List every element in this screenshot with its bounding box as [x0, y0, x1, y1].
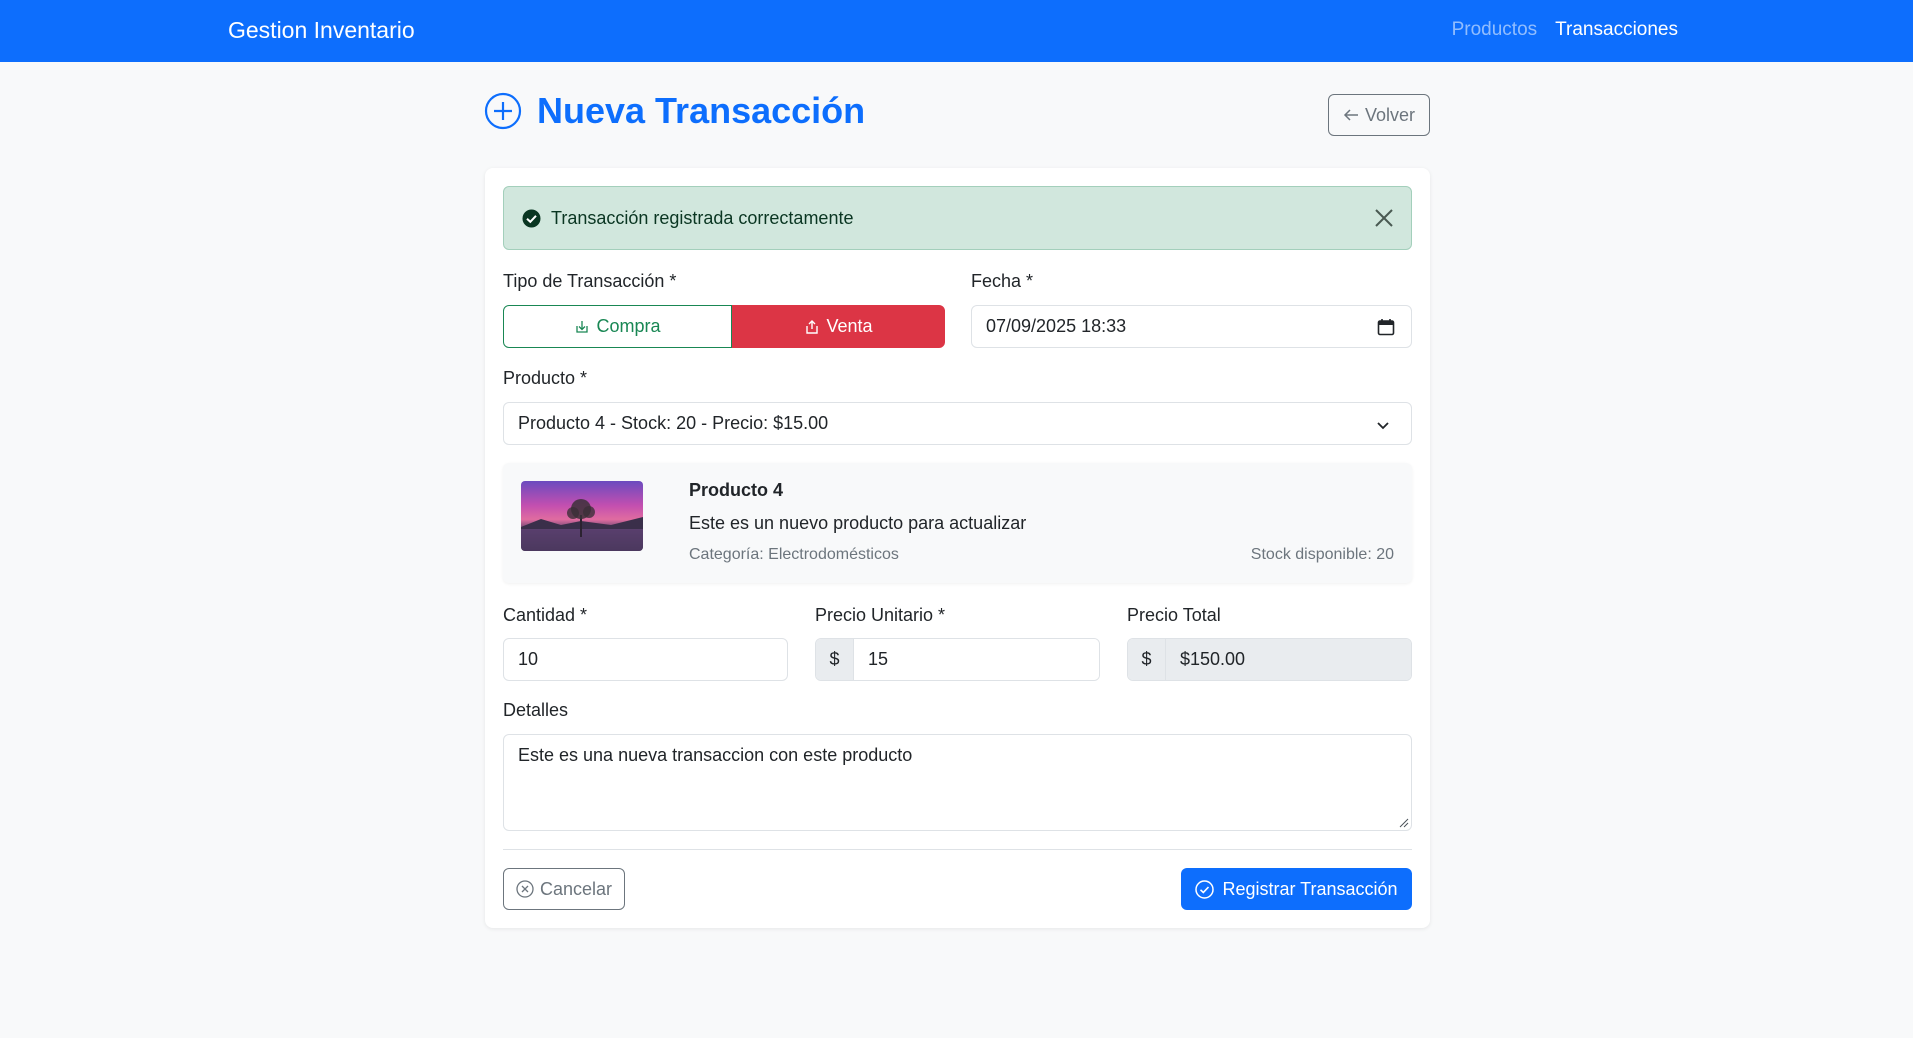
nav-links: Productos Transacciones [1452, 19, 1678, 41]
detalles-value: Este es una nueva transaccion con este p… [518, 745, 913, 765]
success-alert: Transacción registrada correctamente [503, 186, 1412, 250]
submit-label: Registrar Transacción [1222, 878, 1398, 899]
alert-message: Transacción registrada correctamente [551, 207, 854, 228]
producto-selected-value: Producto 4 - Stock: 20 - Precio: $15.00 [518, 413, 829, 433]
page-title: Nueva Transacción [537, 90, 866, 131]
precio-total-field: $150.00 [1166, 639, 1411, 680]
compra-button[interactable]: Compra [503, 305, 732, 348]
product-preview: Producto 4 Este es un nuevo producto par… [503, 463, 1412, 583]
product-image [521, 481, 643, 551]
precio-unitario-group: $ 15 [815, 638, 1100, 681]
arrow-left-icon [1343, 109, 1358, 121]
precio-unitario-input[interactable]: 15 [854, 639, 1099, 680]
check-circle-icon [522, 209, 541, 227]
resize-handle-icon[interactable] [1399, 818, 1409, 828]
x-circle-icon [516, 880, 534, 898]
transaction-form-card: Transacción registrada correctamente Tip… [485, 168, 1430, 928]
product-stock: Stock disponible: 20 [1250, 546, 1394, 563]
fecha-label: Fecha * [971, 271, 1034, 291]
currency-prefix: $ [816, 639, 854, 680]
back-button-label: Volver [1364, 104, 1416, 125]
compra-label: Compra [596, 316, 661, 336]
detalles-textarea[interactable]: Este es una nueva transaccion con este p… [503, 734, 1412, 831]
download-icon [576, 320, 589, 333]
precio-unitario-label: Precio Unitario * [815, 605, 946, 625]
back-button[interactable]: Volver [1328, 94, 1430, 136]
product-description: Este es un nuevo producto para actualiza… [689, 513, 1027, 533]
cantidad-label: Cantidad * [503, 605, 588, 625]
precio-total-group: $ $150.00 [1127, 638, 1412, 681]
navbar-brand[interactable]: Gestion Inventario [228, 17, 415, 44]
tipo-button-group: Compra Venta [503, 305, 945, 348]
close-icon[interactable] [1373, 207, 1395, 229]
fecha-value: 07/09/2025 18:33 [986, 316, 1127, 336]
cancel-label: Cancelar [539, 878, 613, 899]
navbar: Gestion Inventario Productos Transaccion… [0, 0, 1913, 62]
venta-label: Venta [826, 316, 873, 336]
chevron-down-icon [1377, 422, 1389, 430]
check-circle-outline-icon [1195, 879, 1215, 899]
form-divider [503, 849, 1412, 850]
nav-link-transacciones[interactable]: Transacciones [1555, 19, 1678, 41]
tipo-label: Tipo de Transacción * [503, 271, 677, 291]
cancel-button[interactable]: Cancelar [503, 868, 625, 910]
producto-select[interactable]: Producto 4 - Stock: 20 - Precio: $15.00 [503, 402, 1412, 445]
calendar-icon[interactable] [1377, 318, 1395, 336]
upload-icon [806, 319, 819, 334]
currency-prefix-total: $ [1128, 639, 1166, 680]
venta-button[interactable]: Venta [732, 305, 945, 348]
product-name: Producto 4 [689, 480, 784, 500]
cantidad-input[interactable]: 10 [503, 638, 788, 681]
producto-label: Producto * [503, 368, 588, 388]
precio-total-label: Precio Total [1127, 605, 1221, 625]
cantidad-value: 10 [518, 649, 539, 669]
detalles-label: Detalles [503, 700, 569, 720]
page-header: Nueva Transacción [484, 90, 865, 132]
fecha-input[interactable]: 07/09/2025 18:33 [971, 305, 1412, 348]
nav-link-productos[interactable]: Productos [1452, 19, 1538, 41]
product-category: Categoría: Electrodomésticos [689, 546, 899, 563]
plus-circle-icon [484, 92, 522, 130]
submit-button[interactable]: Registrar Transacción [1181, 868, 1412, 910]
